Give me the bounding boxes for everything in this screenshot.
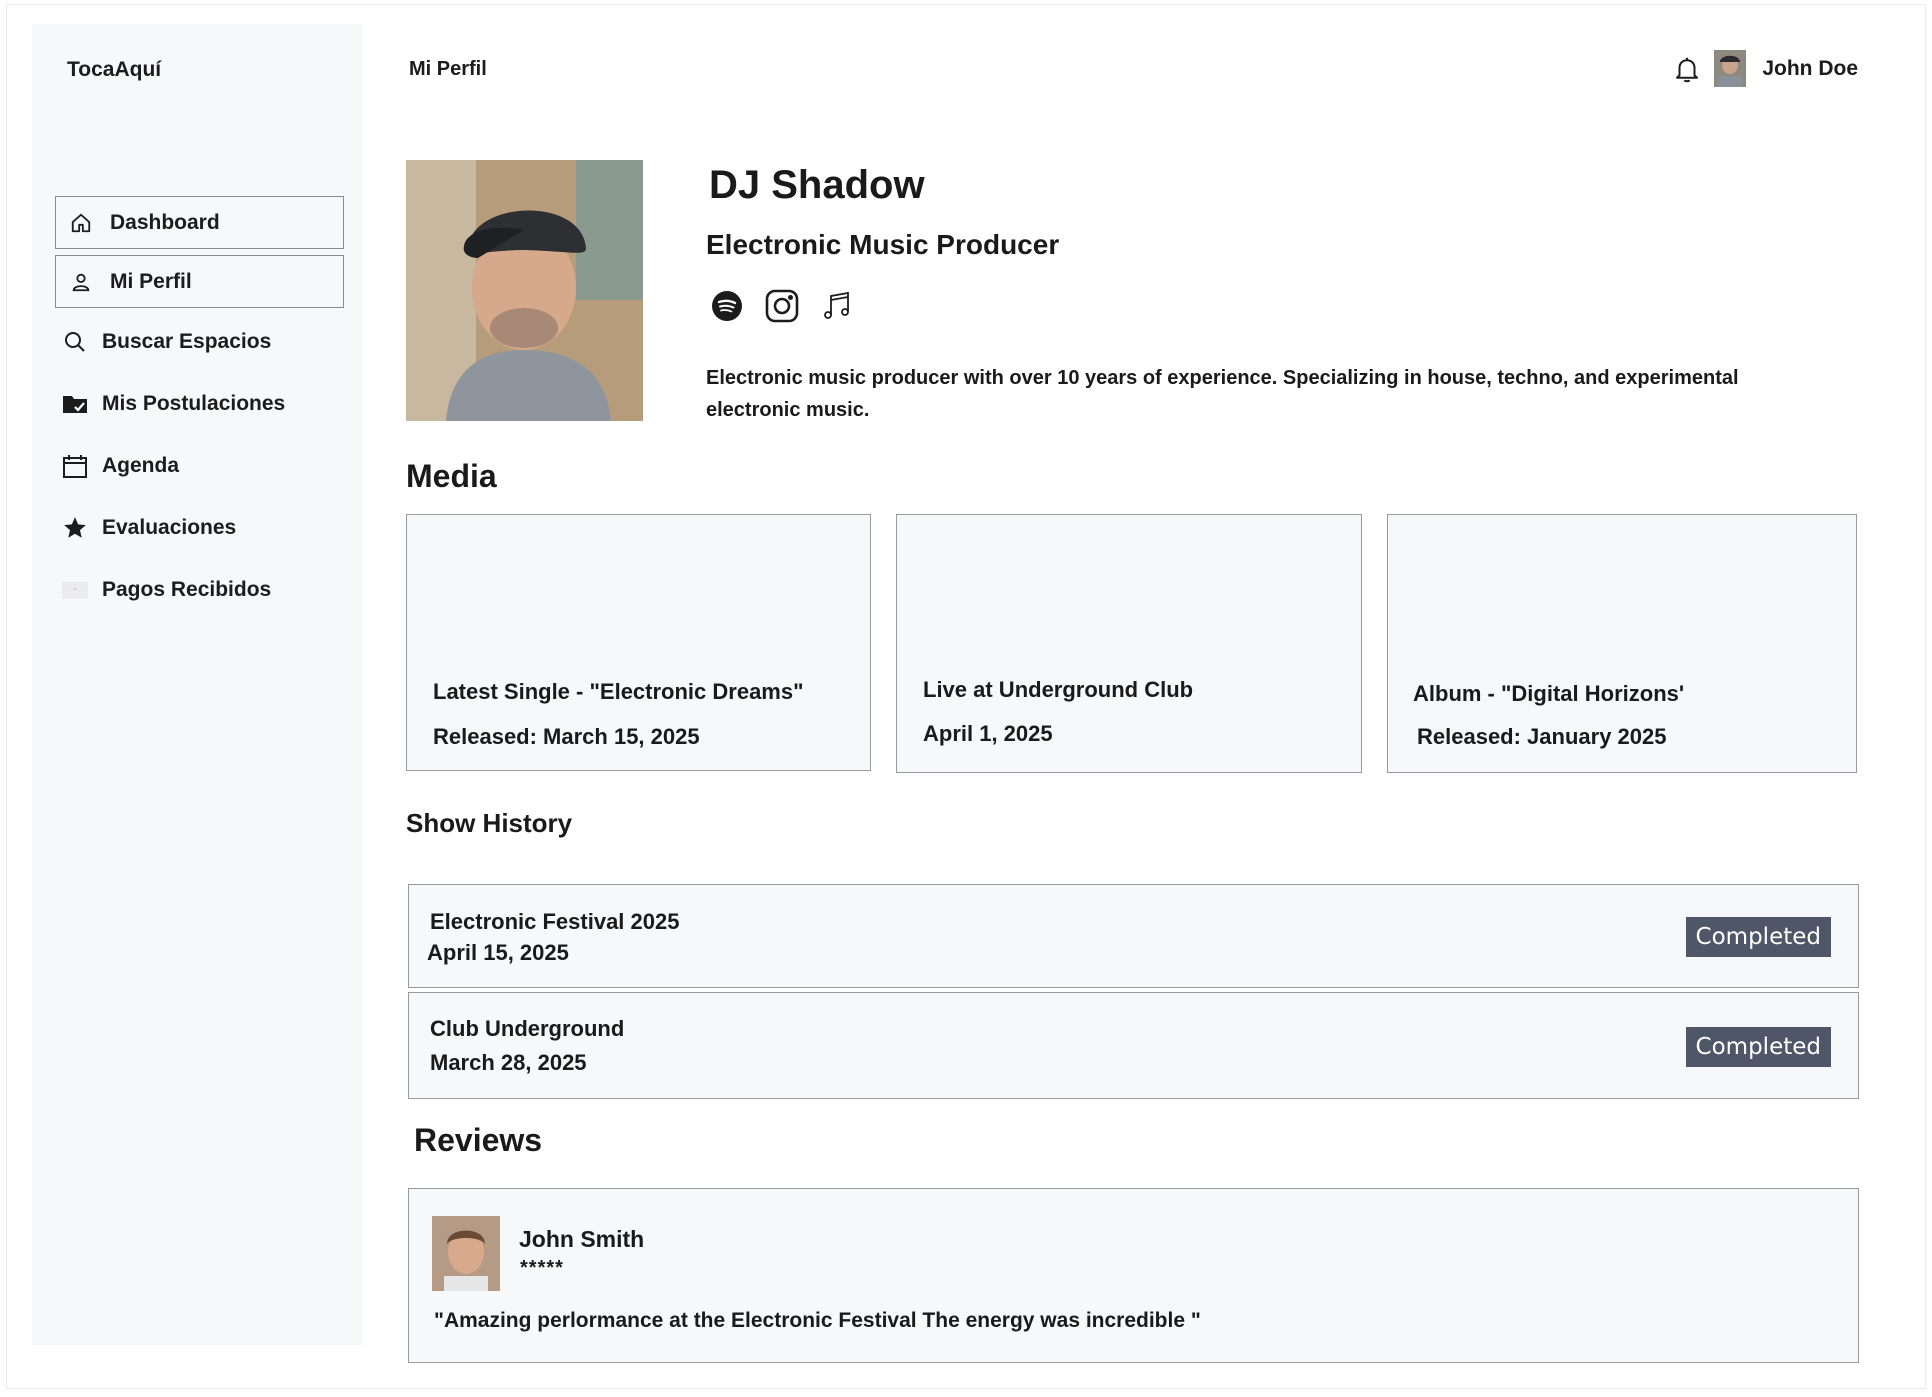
folder-check-icon (62, 391, 88, 417)
status-badge: Completed (1685, 917, 1831, 957)
profile-bio: Electronic music producer with over 10 y… (706, 367, 1739, 421)
reviewer-name: John Smith (519, 1226, 645, 1252)
profile-name: DJ Shadow (709, 163, 925, 207)
sidebar-item-label: Agenda (102, 454, 180, 477)
sidebar-item-dashboard[interactable]: Dashboard (55, 196, 344, 249)
page-title: Mi Perfil (409, 58, 487, 80)
home-icon (68, 210, 94, 236)
avatar[interactable] (1714, 50, 1747, 87)
sidebar-item-label: Mis Postulaciones (102, 392, 286, 415)
sidebar-item-agenda[interactable]: Agenda (55, 438, 344, 494)
review-card: John Smith ***** "Amazing perlormance at… (408, 1188, 1859, 1363)
media-title: Live at Underground Club (923, 677, 1194, 702)
music-note-icon[interactable] (820, 289, 854, 323)
show-date: April 15, 2025 (427, 940, 569, 965)
star-icon (62, 515, 88, 541)
show-row[interactable]: Club Underground March 28, 2025 Complete… (408, 992, 1859, 1099)
user-name[interactable]: John Doe (1762, 57, 1858, 81)
sidebar-item-mis-postulaciones[interactable]: Mis Postulaciones (55, 376, 344, 432)
bell-icon[interactable] (1672, 54, 1702, 84)
media-heading: Media (406, 458, 497, 494)
calendar-icon (62, 453, 88, 479)
media-subtitle: April 1, 2025 (923, 721, 1053, 746)
show-row[interactable]: Electronic Festival 2025 April 15, 2025 … (408, 884, 1859, 988)
search-icon (62, 329, 88, 355)
spotify-icon[interactable] (710, 289, 744, 323)
sidebar-item-evaluaciones[interactable]: Evaluaciones (55, 500, 344, 556)
sidebar-item-label: Dashboard (110, 210, 220, 234)
status-badge: Completed (1685, 1027, 1831, 1067)
media-title: Latest Single - "Electronic Dreams" (433, 679, 804, 704)
sidebar-item-label: Mi Perfil (110, 269, 192, 293)
show-title: Electronic Festival 2025 (430, 909, 680, 934)
media-subtitle: Released: January 2025 (1417, 724, 1667, 749)
reviewer-avatar (432, 1216, 500, 1291)
reviews-heading: Reviews (414, 1122, 543, 1158)
sidebar-item-label: Pagos Recibidos (102, 578, 272, 601)
instagram-icon[interactable] (765, 289, 799, 323)
payment-icon (62, 577, 88, 603)
review-text: "Amazing perlormance at the Electronic F… (434, 1309, 1201, 1332)
user-icon (68, 269, 94, 295)
show-title: Club Underground (430, 1016, 625, 1041)
sidebar-item-pagos-recibidos[interactable]: Pagos Recibidos (55, 562, 344, 618)
sidebar: TocaAquí Dashboard Mi Perfil Buscar Espa… (32, 24, 363, 1345)
social-links (710, 289, 875, 323)
media-subtitle: Released: March 15, 2025 (433, 724, 700, 749)
media-card[interactable]: Album - "Digital Horizons' Released: Jan… (1387, 514, 1857, 773)
show-date: March 28, 2025 (430, 1050, 587, 1075)
user-menu: John Doe (1672, 50, 1858, 87)
sidebar-item-mi-perfil[interactable]: Mi Perfil (55, 255, 344, 308)
sidebar-item-label: Evaluaciones (102, 516, 237, 539)
media-card[interactable]: Latest Single - "Electronic Dreams" Rele… (406, 514, 871, 771)
media-title: Album - "Digital Horizons' (1413, 681, 1685, 706)
media-card[interactable]: Live at Underground Club April 1, 2025 (896, 514, 1362, 773)
review-rating: ***** (520, 1257, 564, 1279)
profile-role: Electronic Music Producer (706, 229, 1060, 260)
sidebar-item-label: Buscar Espacios (102, 330, 272, 353)
profile-photo (406, 160, 643, 421)
brand-logo[interactable]: TocaAquí (67, 58, 161, 82)
sidebar-nav: Dashboard Mi Perfil Buscar Espacios Mis … (55, 196, 344, 624)
show-history-heading: Show History (406, 808, 573, 838)
sidebar-item-buscar-espacios[interactable]: Buscar Espacios (55, 314, 344, 370)
